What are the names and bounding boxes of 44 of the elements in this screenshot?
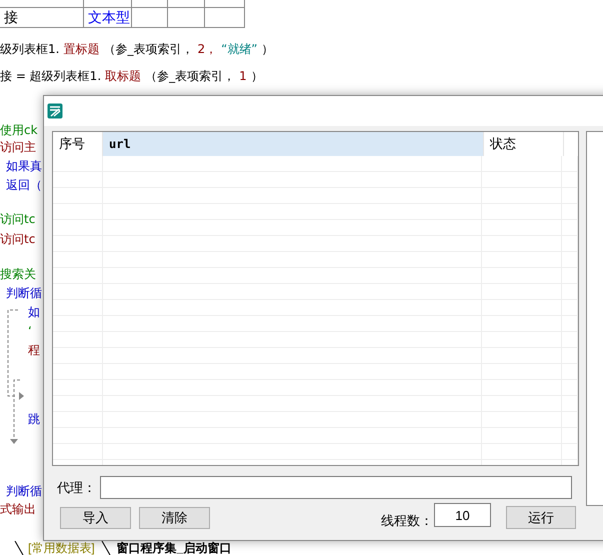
code-text: 搜索关	[0, 266, 36, 283]
code-text: ）	[262, 41, 274, 58]
code-text: 判断循	[6, 483, 42, 500]
code-text: 如	[28, 304, 40, 321]
proxy-input-field[interactable]	[100, 476, 572, 499]
table-cell	[132, 8, 168, 28]
code-text: 2，	[197, 41, 218, 58]
table-cell: 接	[0, 8, 84, 28]
code-text: 如果真	[6, 158, 42, 175]
code-text: 程	[28, 342, 40, 359]
run-button[interactable]: 运行	[506, 506, 576, 529]
code-text: 访问tc	[0, 211, 36, 228]
code-text: 返回（	[6, 177, 42, 194]
list-view[interactable]: 序号 url 状态	[52, 131, 579, 466]
threads-input-field[interactable]: 10	[434, 503, 491, 527]
code-text: ）	[250, 68, 263, 85]
threads-label: 线程数：	[381, 512, 433, 530]
code-text: （参_表项索引，	[145, 68, 236, 85]
table-cell	[168, 8, 205, 28]
action-button[interactable]: 导入	[60, 507, 131, 529]
code-text: 级列表框1.	[0, 41, 60, 58]
code-text: 1	[239, 68, 247, 85]
code-text: 访问主	[0, 139, 36, 156]
code-text: 取标题	[105, 68, 142, 85]
table-cell: 文本型	[84, 8, 132, 28]
code-text: 使用ck	[0, 122, 38, 139]
code-text: 跳	[28, 411, 40, 428]
code-text: 置标题	[63, 41, 100, 58]
tab[interactable]: 窗口程序集_启动窗口	[116, 541, 232, 555]
code-text: （参_表项索引，	[103, 41, 194, 58]
column-header[interactable]: url	[103, 132, 484, 156]
app-icon	[47, 103, 63, 119]
tab-divider-icon	[14, 541, 24, 555]
code-text: 判断循	[6, 285, 42, 302]
code-text: 访问tc	[0, 231, 36, 248]
proxy-label: 代理：	[57, 479, 96, 497]
code-text: 式输出	[0, 501, 36, 518]
code-text: 接 = 超级列表框1.	[0, 68, 102, 85]
action-button[interactable]: 清除	[139, 507, 210, 529]
tab-divider-icon	[100, 541, 111, 555]
table-cell	[205, 8, 245, 28]
code-text: “就绪”	[221, 41, 258, 58]
code-text: ‘	[28, 323, 32, 340]
tab[interactable]: [常用数据表]	[28, 541, 95, 555]
